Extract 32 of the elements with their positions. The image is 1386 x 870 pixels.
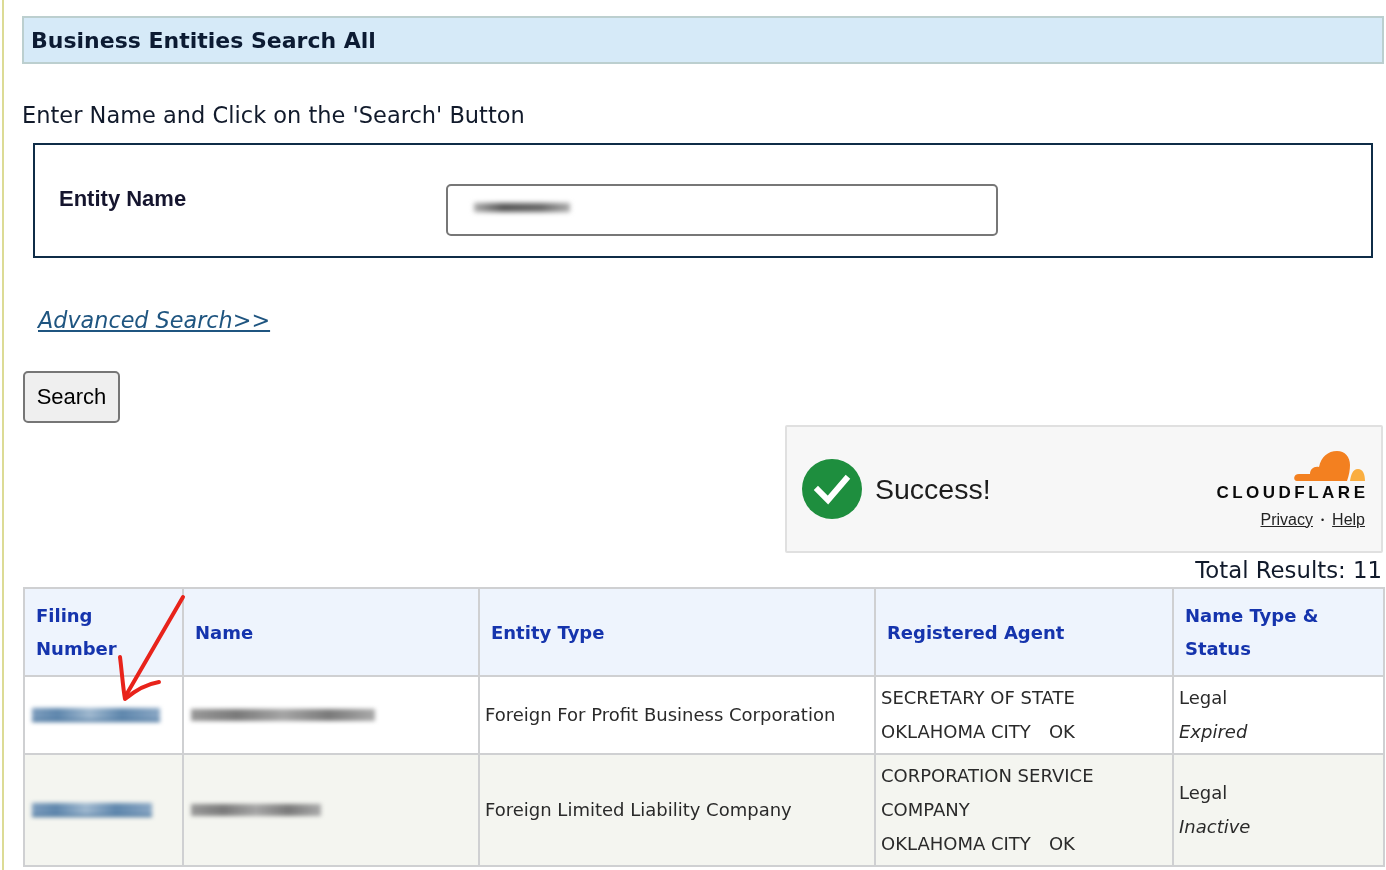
agent-state: OK <box>1048 833 1075 854</box>
status-text: Expired <box>1179 720 1249 744</box>
status-text: Inactive <box>1179 815 1252 839</box>
agent-name: SECRETARY OF STATE <box>881 686 1076 710</box>
agent-city: OKLAHOMA CITY <box>881 833 1031 854</box>
column-header: Name Type & Status <box>1173 588 1384 676</box>
name-type: Legal <box>1179 781 1229 805</box>
name-type: Legal <box>1179 686 1229 710</box>
blurred-link[interactable] <box>32 708 160 722</box>
table-cell: Foreign For Profit Business Corporation <box>479 676 875 754</box>
column-header: Registered Agent <box>875 588 1173 676</box>
cloud-icon <box>1294 450 1365 481</box>
table-cell: Foreign Limited Liability Company <box>479 754 875 866</box>
agent-state: OK <box>1048 721 1075 742</box>
agent-name: CORPORATION SERVICE COMPANY <box>881 764 1095 822</box>
column-header: Entity Type <box>479 588 875 676</box>
status-message: Success! <box>875 472 991 506</box>
search-button[interactable]: Search <box>23 371 120 423</box>
total-results: Total Results: 11 <box>1195 557 1382 583</box>
separator: • <box>1320 513 1325 527</box>
page-title: Business Entities Search All <box>31 27 376 53</box>
brand-wordmark: CLOUDFLARE <box>1216 483 1369 502</box>
entity-name-field[interactable] <box>446 184 998 236</box>
field-label: Entity Name <box>59 187 187 211</box>
footer-link[interactable]: Help <box>1332 510 1365 529</box>
blurred-link[interactable] <box>32 803 152 817</box>
footer-link[interactable]: Privacy <box>1260 510 1313 529</box>
agent-city: OKLAHOMA CITY <box>881 721 1031 742</box>
column-header: Filing Number <box>24 588 183 676</box>
advanced-search-link[interactable]: Advanced Search>> <box>38 307 271 333</box>
column-header: Name <box>183 588 479 676</box>
instruction-text: Enter Name and Click on the 'Search' Button <box>22 102 525 128</box>
